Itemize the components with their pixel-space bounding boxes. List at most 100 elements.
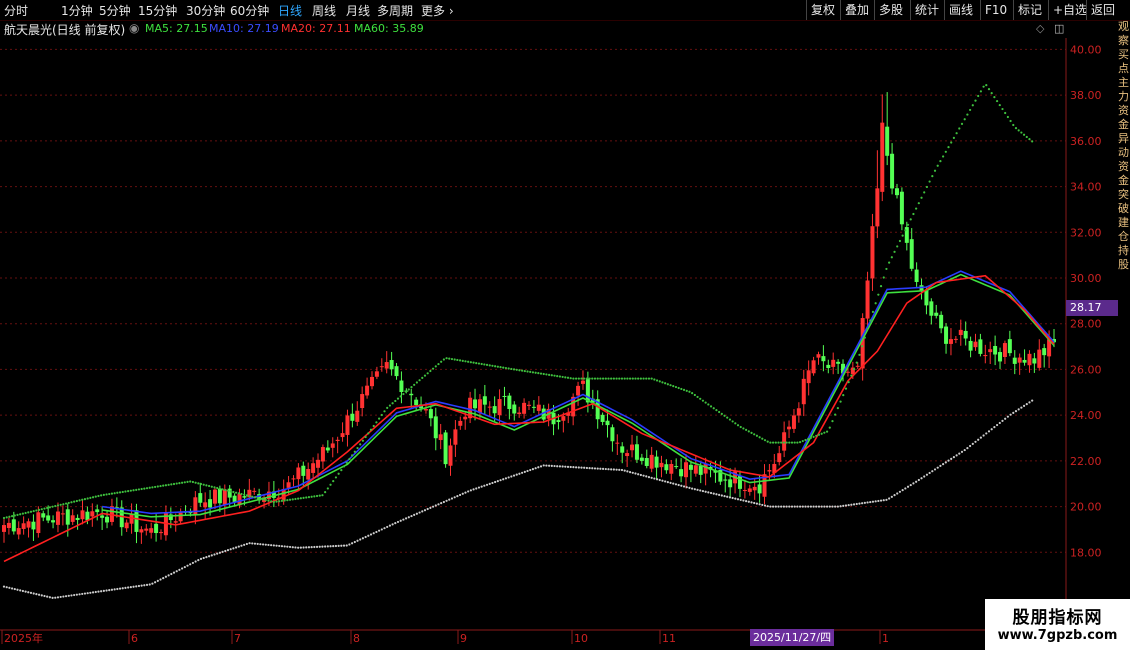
candle-body bbox=[301, 465, 306, 476]
toolbar-button-7[interactable]: +自选 bbox=[1048, 0, 1087, 20]
ma60-dot bbox=[129, 489, 132, 492]
lower-band-dot bbox=[615, 468, 618, 471]
candle-body bbox=[816, 354, 821, 358]
ma60-dot bbox=[48, 506, 51, 509]
lower-band-dot bbox=[216, 552, 219, 555]
ma60-dot bbox=[987, 88, 991, 91]
period-tab-3[interactable]: 15分钟 bbox=[138, 2, 177, 19]
candle-body bbox=[1027, 353, 1032, 366]
kline-chart[interactable]: 40.00 38.00 36.00 34.00 32.00 30.00 28.00 26.00… bbox=[0, 38, 1118, 650]
period-tab-1[interactable]: 1分钟 bbox=[61, 2, 93, 19]
y-tick-label: 18.00 bbox=[1070, 546, 1102, 559]
ma60-dot bbox=[172, 482, 176, 486]
ma60-dot bbox=[197, 482, 200, 485]
ma60-dot bbox=[132, 489, 135, 492]
ma60-dot bbox=[445, 357, 448, 360]
ma60-dot bbox=[404, 390, 408, 393]
lower-band-dot bbox=[356, 539, 359, 542]
candle-body bbox=[159, 532, 164, 534]
period-tab-5[interactable]: 60分钟 bbox=[230, 2, 269, 19]
candle-body bbox=[634, 444, 639, 460]
candle-body bbox=[522, 402, 527, 414]
ma60-dot bbox=[218, 487, 221, 490]
period-tab-0[interactable]: 分时 bbox=[4, 2, 28, 19]
period-tab-6[interactable]: 日线 bbox=[278, 2, 302, 19]
toolbar-button-3[interactable]: 统计 bbox=[910, 0, 944, 20]
ma60-dot bbox=[577, 377, 580, 380]
lower-band-dot bbox=[13, 587, 16, 591]
candle-body bbox=[350, 413, 355, 421]
lower-band-dot bbox=[100, 590, 103, 593]
lower-band-dot bbox=[807, 505, 810, 508]
candle-body bbox=[482, 396, 487, 405]
candle-body bbox=[41, 513, 46, 518]
ma60-dot bbox=[367, 432, 370, 435]
candle-body bbox=[978, 339, 983, 354]
lower-band-dot bbox=[869, 500, 872, 504]
toolbar-button-6[interactable]: 标记 bbox=[1013, 0, 1048, 20]
lower-band-dot bbox=[399, 519, 402, 522]
ma60-dot bbox=[234, 491, 238, 494]
toolbar-button-2[interactable]: 多股 bbox=[874, 0, 910, 20]
ma60-dot bbox=[553, 374, 556, 377]
ma60-dot bbox=[5, 516, 8, 519]
candle-body bbox=[212, 489, 217, 504]
lower-band-dot bbox=[1009, 413, 1012, 416]
lower-band-dot bbox=[747, 500, 750, 503]
ma60-dot bbox=[790, 441, 794, 444]
lower-band-dot bbox=[591, 467, 594, 470]
candle-body bbox=[36, 512, 41, 534]
ma60-dot bbox=[939, 159, 942, 163]
lower-band-dot bbox=[369, 533, 373, 536]
toolbar-button-4[interactable]: 画线 bbox=[944, 0, 980, 20]
y-tick-label: 36.00 bbox=[1070, 135, 1102, 148]
ma60-dot bbox=[658, 380, 661, 383]
ma60-dot bbox=[253, 496, 257, 499]
candle-body bbox=[703, 464, 708, 474]
ma60-dot bbox=[337, 472, 340, 475]
toolbar-button-1[interactable]: 叠加 bbox=[840, 0, 874, 20]
lower-band-dot bbox=[952, 456, 956, 459]
lower-band-dot bbox=[261, 543, 265, 546]
ma60-dot bbox=[97, 494, 100, 498]
lower-band-dot bbox=[237, 545, 240, 548]
lower-band-dot bbox=[1006, 415, 1009, 418]
ma60-dot bbox=[944, 150, 947, 153]
ma60-dot bbox=[81, 498, 84, 501]
ma60-dot bbox=[564, 376, 567, 379]
lower-band-dot bbox=[831, 505, 834, 508]
lower-band-dot bbox=[1022, 404, 1026, 407]
candle-body bbox=[389, 360, 394, 370]
ma60-dot bbox=[612, 377, 615, 380]
ma60-dot bbox=[588, 377, 591, 380]
settings-icon[interactable]: ◉ bbox=[129, 21, 139, 35]
lower-band-dot bbox=[561, 465, 564, 468]
ma60-dot bbox=[1025, 135, 1028, 139]
watermark-url: www.7gpzb.com bbox=[997, 628, 1118, 643]
lower-band-dot bbox=[1025, 403, 1028, 406]
lower-band-dot bbox=[10, 587, 14, 590]
ma60-dot bbox=[356, 446, 359, 450]
window-toggle-icon[interactable]: ◫ bbox=[1054, 22, 1064, 35]
period-tab-7[interactable]: 周线 bbox=[312, 2, 336, 19]
ma60-dot bbox=[32, 509, 35, 513]
toolbar-button-8[interactable]: 返回 bbox=[1086, 0, 1118, 20]
period-tab-9[interactable]: 多周期 bbox=[377, 2, 413, 19]
candle-body bbox=[1007, 339, 1012, 354]
period-tab-4[interactable]: 30分钟 bbox=[186, 2, 225, 19]
period-tab-8[interactable]: 月线 bbox=[346, 2, 370, 19]
toolbar-button-5[interactable]: F10 bbox=[980, 0, 1013, 20]
period-tab-10[interactable]: 更多 › bbox=[421, 2, 454, 19]
candle-body bbox=[492, 406, 497, 414]
lower-band-dot bbox=[232, 547, 235, 550]
toolbar-button-0[interactable]: 复权 bbox=[806, 0, 840, 20]
y-tick-label: 28.00 bbox=[1070, 318, 1102, 331]
lower-band-dot bbox=[386, 525, 389, 529]
candle-body bbox=[958, 329, 963, 336]
ma60-dot bbox=[650, 377, 653, 380]
period-tab-2[interactable]: 5分钟 bbox=[99, 2, 131, 19]
lower-band-dot bbox=[515, 473, 518, 476]
diamond-icon[interactable]: ◇ bbox=[1036, 22, 1044, 35]
candle-body bbox=[806, 370, 811, 384]
lower-band-dot bbox=[348, 543, 351, 546]
